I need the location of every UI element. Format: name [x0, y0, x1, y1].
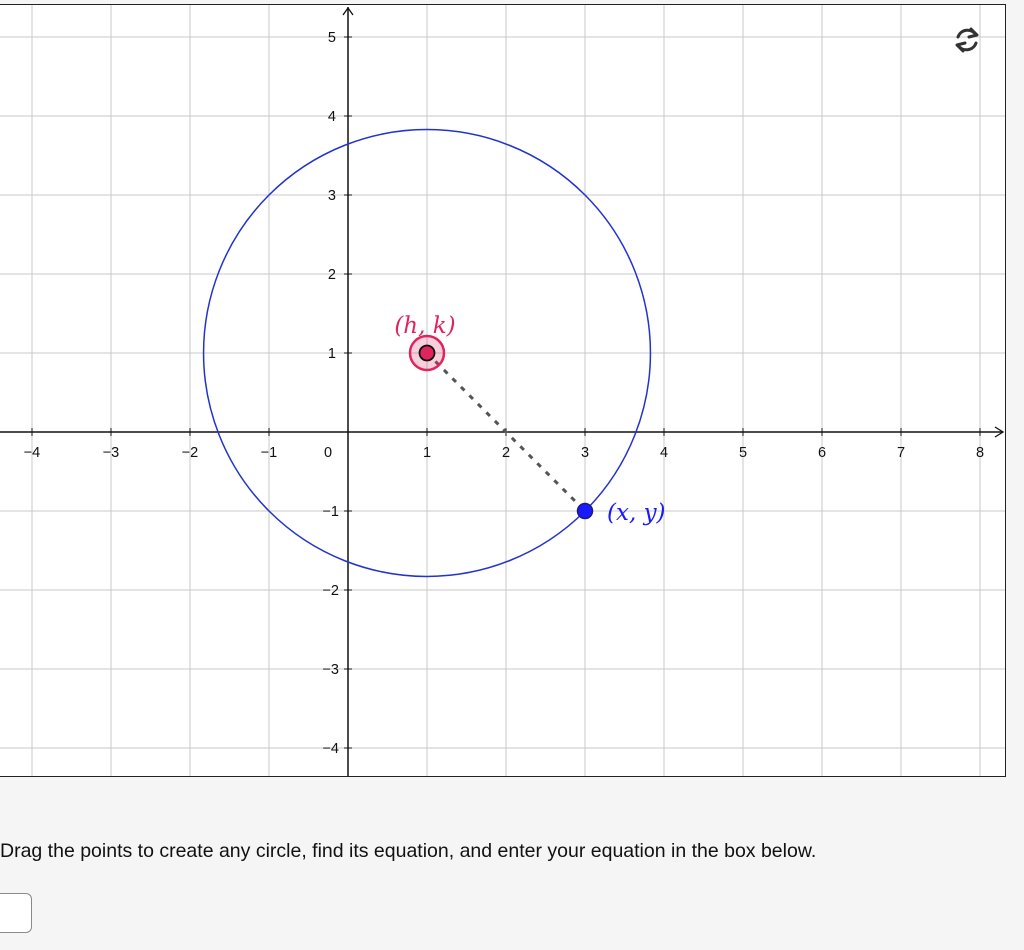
- x-tick-label: 2: [502, 445, 510, 461]
- x-tick-label: −3: [103, 445, 120, 461]
- points-layer[interactable]: (h, k) (x, y): [394, 313, 665, 526]
- x-tick-label: 3: [581, 445, 589, 461]
- y-tick-label: 5: [328, 30, 336, 46]
- x-tick-label: 5: [739, 445, 747, 461]
- x-tick-label: −4: [24, 445, 41, 461]
- x-tick-label: 6: [818, 445, 826, 461]
- y-tick-label: 2: [328, 267, 336, 283]
- x-tick-label: 0: [324, 445, 332, 461]
- y-tick-label: 3: [328, 188, 336, 204]
- tick-labels: −4 −3 −2 −1 0 1 2 3 4 5 6 7 8 1 2 3 4 5 −1 −2 −3 −4: [24, 30, 984, 757]
- instructions-text: Drag the points to create any circle, fi…: [0, 840, 817, 862]
- graphing-applet[interactable]: −4 −3 −2 −1 0 1 2 3 4 5 6 7 8 1 2 3 4 5 −1 −2 −3 −4 (h, k) (x,…: [0, 4, 1006, 777]
- y-tick-label: 4: [328, 109, 336, 125]
- x-tick-label: 1: [423, 445, 431, 461]
- coordinate-plane[interactable]: −4 −3 −2 −1 0 1 2 3 4 5 6 7 8 1 2 3 4 5 −1 −2 −3 −4 (h, k) (x,…: [0, 5, 1006, 777]
- y-tick-label: 1: [328, 346, 336, 362]
- refresh-icon: [955, 27, 979, 53]
- x-tick-label: 8: [976, 445, 984, 461]
- center-point[interactable]: [418, 344, 436, 362]
- x-tick-label: 4: [660, 445, 668, 461]
- reset-button[interactable]: [950, 23, 992, 65]
- x-tick-label: −1: [261, 445, 278, 461]
- y-tick-label: −4: [322, 741, 339, 757]
- y-tick-label: −1: [322, 504, 339, 520]
- y-tick-label: −2: [322, 583, 339, 599]
- axes: [0, 6, 1005, 776]
- center-point-label: (h, k): [394, 313, 455, 339]
- y-tick-label: −3: [322, 662, 339, 678]
- x-tick-label: −2: [182, 445, 199, 461]
- x-tick-label: 7: [897, 445, 905, 461]
- equation-input[interactable]: [0, 893, 32, 933]
- circle-point[interactable]: [576, 502, 594, 520]
- circle-point-label: (x, y): [607, 500, 666, 526]
- grid-lines: [0, 5, 1005, 776]
